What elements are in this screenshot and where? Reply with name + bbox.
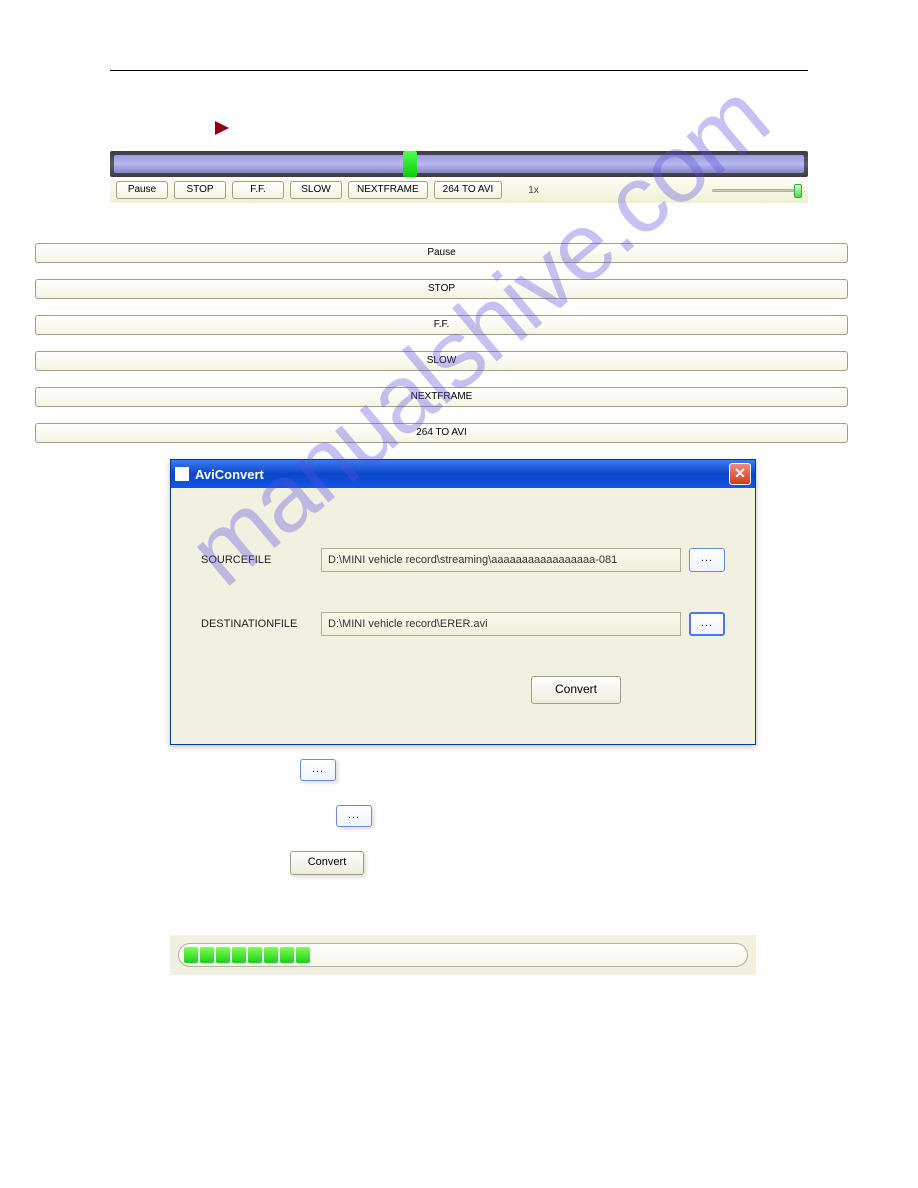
volume-track: [712, 189, 802, 192]
stop-button[interactable]: STOP: [174, 181, 226, 199]
slow-button[interactable]: SLOW: [290, 181, 342, 199]
stop-button-standalone[interactable]: STOP: [35, 279, 848, 299]
progress-segment: [296, 947, 310, 963]
264-to-avi-button[interactable]: 264 TO AVI: [434, 181, 503, 199]
destinationfile-browse-button[interactable]: ...: [689, 612, 725, 636]
progress-handle[interactable]: [403, 151, 417, 177]
speed-label: 1x: [528, 185, 539, 196]
inline-buttons: ... ... Convert: [300, 759, 848, 875]
pause-button[interactable]: Pause: [116, 181, 168, 199]
control-bar: Pause STOP F.F. SLOW NEXTFRAME 264 TO AV…: [110, 177, 808, 203]
convert-button[interactable]: Convert: [531, 676, 621, 704]
play-icon: [215, 121, 229, 135]
progress-fill: [114, 155, 804, 173]
ff-button-standalone[interactable]: F.F.: [35, 315, 848, 335]
progress-segment: [248, 947, 262, 963]
volume-thumb[interactable]: [794, 184, 802, 198]
dialog-title: AviConvert: [195, 467, 264, 482]
progress-segment: [232, 947, 246, 963]
nextframe-button-standalone[interactable]: NEXTFRAME: [35, 387, 848, 407]
sourcefile-browse-button[interactable]: ...: [689, 548, 725, 572]
nextframe-button[interactable]: NEXTFRAME: [348, 181, 428, 199]
dialog-body: SOURCEFILE D:\MINI vehicle record\stream…: [171, 488, 755, 744]
slow-button-standalone[interactable]: SLOW: [35, 351, 848, 371]
horizontal-rule: [110, 70, 808, 71]
progress-segment: [200, 947, 214, 963]
app-icon: [175, 467, 189, 481]
progress-bar: [178, 943, 748, 967]
264-to-avi-button-standalone[interactable]: 264 TO AVI: [35, 423, 848, 443]
destinationfile-label: DESTINATIONFILE: [201, 618, 321, 630]
progress-bar-container: [170, 935, 756, 975]
aviconvert-dialog: AviConvert ✕ SOURCEFILE D:\MINI vehicle …: [170, 459, 756, 745]
progress-segment: [280, 947, 294, 963]
pause-button-standalone[interactable]: Pause: [35, 243, 848, 263]
convert-button-inline[interactable]: Convert: [290, 851, 364, 875]
browse-button-inline-1[interactable]: ...: [300, 759, 336, 781]
destinationfile-input[interactable]: D:\MINI vehicle record\ERER.avi: [321, 612, 681, 636]
volume-slider[interactable]: [712, 183, 802, 197]
browse-button-inline-2[interactable]: ...: [336, 805, 372, 827]
sourcefile-label: SOURCEFILE: [201, 554, 321, 566]
ff-button[interactable]: F.F.: [232, 181, 284, 199]
progress-segment: [264, 947, 278, 963]
dialog-titlebar[interactable]: AviConvert ✕: [171, 460, 755, 488]
close-button[interactable]: ✕: [729, 463, 751, 485]
progress-segment: [216, 947, 230, 963]
playback-progress-track[interactable]: [110, 151, 808, 177]
button-list: Pause STOP F.F. SLOW NEXTFRAME 264 TO AV…: [35, 243, 848, 443]
progress-segment: [184, 947, 198, 963]
sourcefile-input[interactable]: D:\MINI vehicle record\streaming\aaaaaaa…: [321, 548, 681, 572]
